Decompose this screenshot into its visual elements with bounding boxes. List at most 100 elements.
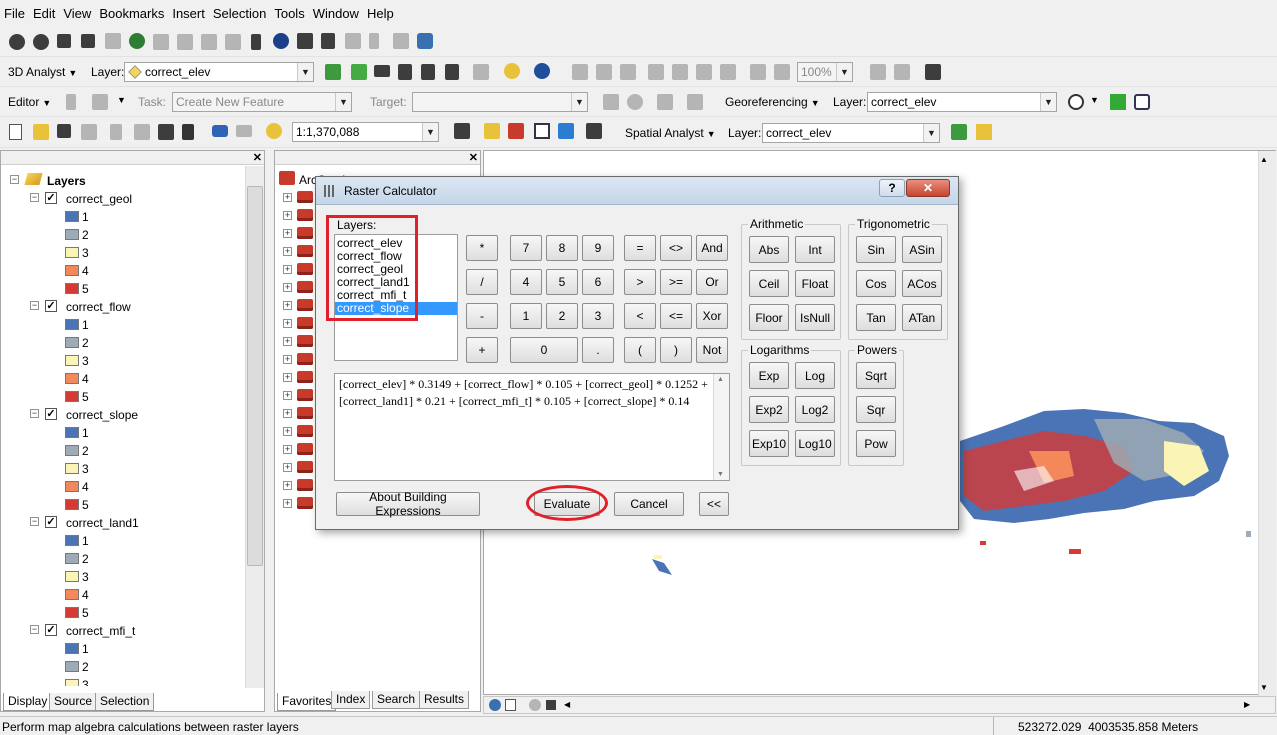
chevron-down-icon[interactable]: ▼ [1090,95,1099,105]
layer-visibility-checkbox[interactable]: ✓ [45,192,57,204]
lightning-icon[interactable] [369,33,379,49]
isnull-button[interactable]: IsNull [795,304,835,331]
fixed-zoom-in-layout-icon[interactable] [672,64,688,80]
layer-name[interactable]: correct_flow [66,300,131,314]
copy-icon[interactable] [134,124,150,140]
collapse-icon[interactable]: − [30,517,39,526]
html-popup-icon[interactable] [393,33,409,49]
collapse-button[interactable]: << [699,492,729,516]
digit-7-button[interactable]: 7 [510,235,542,261]
toolbox-icon[interactable] [297,317,313,329]
previous-extent-icon[interactable] [750,64,766,80]
expand-icon[interactable]: + [283,193,292,202]
measure-icon[interactable] [321,33,335,49]
fixed-zoom-in-icon[interactable] [57,34,71,48]
expand-icon[interactable]: + [283,481,292,490]
scroll-left-icon[interactable]: ◀ [564,700,570,709]
pause-drawing-icon[interactable] [546,700,556,710]
toolbox-icon[interactable] [297,443,313,455]
atan-button[interactable]: ATan [902,304,942,331]
find-icon[interactable] [297,33,313,49]
log2-button[interactable]: Log2 [795,396,835,423]
change-layout-icon[interactable] [925,64,941,80]
expand-icon[interactable]: + [283,391,292,400]
select-elements-icon[interactable] [251,34,261,50]
asin-button[interactable]: ASin [902,236,942,263]
toolbox-icon[interactable] [297,191,313,203]
expand-icon[interactable]: + [283,445,292,454]
chevron-down-icon[interactable]: ▼ [117,95,126,105]
expand-icon[interactable]: + [283,247,292,256]
not-button[interactable]: Not [696,337,728,363]
tan-button[interactable]: Tan [856,304,896,331]
tab-source[interactable]: Source [49,693,98,711]
float-button[interactable]: Float [795,270,835,297]
task-select[interactable]: Create New Feature ▼ [172,92,352,112]
menu-window[interactable]: Window [313,6,359,21]
edit-tool-icon[interactable] [66,94,76,110]
multiply-button[interactable]: * [466,235,498,261]
collapse-icon[interactable]: − [30,625,39,634]
table-of-contents-icon[interactable] [484,123,500,139]
menu-selection[interactable]: Selection [213,6,266,21]
data-view-icon[interactable] [489,699,501,711]
zoom-whole-page-icon[interactable] [648,64,664,80]
plus-button[interactable]: + [466,337,498,363]
digit-8-button[interactable]: 8 [546,235,578,261]
3d-layer-select[interactable]: correct_elev ▼ [124,62,314,82]
spatial-analyst-menu[interactable]: Spatial Analyst ▼ [625,126,716,140]
layer-visibility-checkbox[interactable]: ✓ [45,624,57,636]
expand-icon[interactable]: + [283,301,292,310]
interpolate-point-icon[interactable] [398,64,412,80]
pan-icon[interactable] [105,33,121,49]
expand-icon[interactable]: + [283,211,292,220]
undo-icon[interactable] [212,125,228,137]
link-table-icon[interactable] [1134,94,1150,110]
scroll-right-icon[interactable]: ▶ [1244,700,1250,709]
toolbox-icon[interactable] [297,335,313,347]
equals-button[interactable]: = [624,235,656,261]
expression-textbox[interactable]: [correct_elev] * 0.3149 + [correct_flow]… [334,373,730,481]
sqrt-button[interactable]: Sqrt [856,362,896,389]
toolbox-icon[interactable] [297,263,313,275]
toc-root-label[interactable]: Layers [47,174,86,188]
layout-zoom-out-icon[interactable] [596,64,612,80]
layer-name[interactable]: correct_geol [66,192,132,206]
close-icon[interactable]: ✕ [253,151,262,164]
layer-name[interactable]: correct_land1 [66,516,139,530]
layout-pan-icon[interactable] [620,64,636,80]
tab-selection[interactable]: Selection [95,693,155,711]
cos-button[interactable]: Cos [856,270,896,297]
select-features-icon[interactable] [201,34,217,50]
attributes-icon[interactable] [657,94,673,110]
focus-frame-icon[interactable] [894,64,910,80]
menu-view[interactable]: View [63,6,91,21]
not-equal-button[interactable]: <> [660,235,692,261]
rotate-georef-icon[interactable] [1068,94,1084,110]
close-icon[interactable]: ✕ [469,151,478,164]
paste-icon[interactable] [158,124,174,140]
menu-insert[interactable]: Insert [172,6,205,21]
minus-button[interactable]: - [466,303,498,329]
scroll-up-icon[interactable]: ▲ [717,376,724,383]
toolbox-icon[interactable] [297,425,313,437]
interpolate-line-icon[interactable] [421,64,435,80]
expression-scrollbar[interactable]: ▲ ▼ [713,374,729,480]
expand-icon[interactable]: + [283,427,292,436]
add-control-points-icon[interactable] [1110,94,1126,110]
zoom-in-icon[interactable] [9,34,25,50]
abs-button[interactable]: Abs [749,236,789,263]
digit-6-button[interactable]: 6 [582,269,614,295]
layer-name[interactable]: correct_slope [66,408,138,422]
expand-icon[interactable]: + [283,319,292,328]
sketch-properties-icon[interactable] [687,94,703,110]
digit-3-button[interactable]: 3 [582,303,614,329]
fixed-zoom-out-layout-icon[interactable] [696,64,712,80]
exp-button[interactable]: Exp [749,362,789,389]
toolbox-icon[interactable] [297,281,313,293]
editor-toolbar-icon[interactable] [454,123,470,139]
toolbox-icon[interactable] [297,479,313,491]
tab-search[interactable]: Search [372,691,421,709]
split-tool-icon[interactable] [603,94,619,110]
expand-icon[interactable]: + [283,229,292,238]
